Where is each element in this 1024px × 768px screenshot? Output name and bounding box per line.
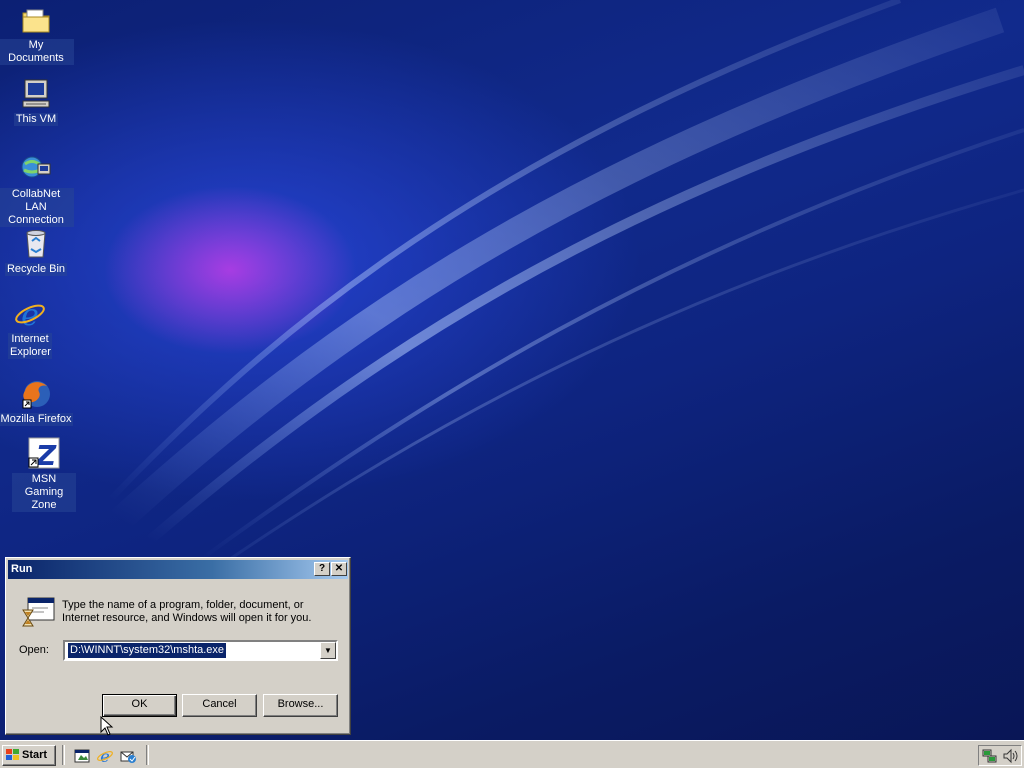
taskbar-separator	[146, 745, 149, 765]
desktop-icon-this-vm[interactable]: This VM	[0, 77, 74, 126]
start-button[interactable]: Start	[2, 745, 56, 766]
ok-button[interactable]: OK	[102, 694, 177, 717]
svg-text:e: e	[100, 747, 109, 765]
msn-gaming-zone-icon: Z	[28, 437, 60, 471]
open-input[interactable]: D:\WINNT\system32\mshta.exe	[68, 643, 227, 658]
recycle-bin-icon	[26, 230, 46, 258]
desktop-icon-collabnet-lan[interactable]: CollabNet LAN Connection	[0, 152, 74, 227]
desktop-icon-mozilla-firefox[interactable]: Mozilla Firefox	[0, 377, 74, 426]
help-button[interactable]: ?	[314, 562, 330, 576]
browse-button[interactable]: Browse...	[263, 694, 338, 717]
volume-icon[interactable]	[1002, 748, 1018, 764]
desktop-icon-my-documents[interactable]: My Documents	[0, 3, 74, 65]
desktop-icon-label: CollabNet LAN Connection	[0, 188, 74, 227]
taskbar: Start e	[0, 740, 1024, 768]
close-button[interactable]: ✕	[331, 562, 347, 576]
computer-icon	[22, 79, 50, 108]
desktop-icon-label: Internet Explorer	[8, 333, 52, 359]
desktop-icon-recycle-bin[interactable]: Recycle Bin	[0, 227, 74, 276]
run-program-icon	[22, 597, 55, 627]
cancel-button[interactable]: Cancel	[182, 694, 257, 717]
system-tray	[978, 745, 1022, 766]
show-desktop-icon[interactable]	[73, 747, 91, 765]
network-icon[interactable]	[982, 748, 998, 764]
run-dialog[interactable]: Run ? ✕ Type the name of a program, fold…	[5, 557, 351, 735]
open-combobox[interactable]: D:\WINNT\system32\mshta.exe ▼	[63, 640, 338, 661]
taskbar-separator	[62, 745, 65, 765]
firefox-icon	[22, 381, 50, 409]
internet-explorer-icon[interactable]: e	[96, 747, 114, 765]
folder-icon	[22, 9, 50, 33]
windows-logo-icon	[6, 749, 19, 760]
run-dialog-title: Run	[11, 563, 33, 575]
desktop-icon-internet-explorer[interactable]: e Internet Explorer	[0, 297, 68, 359]
desktop-icon-label: Recycle Bin	[4, 263, 68, 276]
chevron-down-icon[interactable]: ▼	[320, 642, 336, 659]
mouse-cursor-icon	[100, 716, 114, 736]
desktop-icon-label: My Documents	[0, 39, 74, 65]
desktop-icon-msn-gaming-zone[interactable]: Z MSN Gaming Zone	[6, 437, 82, 512]
svg-text:e: e	[21, 298, 39, 331]
desktop-icon-label: MSN Gaming Zone	[12, 473, 76, 512]
desktop-icon-label: This VM	[13, 113, 59, 126]
desktop-icon-label: Mozilla Firefox	[0, 413, 74, 426]
internet-explorer-icon: e	[15, 298, 45, 331]
start-label: Start	[22, 749, 48, 761]
open-label: Open:	[19, 644, 49, 656]
network-connection-icon	[21, 156, 51, 178]
run-dialog-titlebar[interactable]: Run ? ✕	[8, 560, 348, 579]
outlook-express-icon[interactable]	[119, 747, 137, 765]
run-dialog-description: Type the name of a program, folder, docu…	[62, 599, 312, 624]
